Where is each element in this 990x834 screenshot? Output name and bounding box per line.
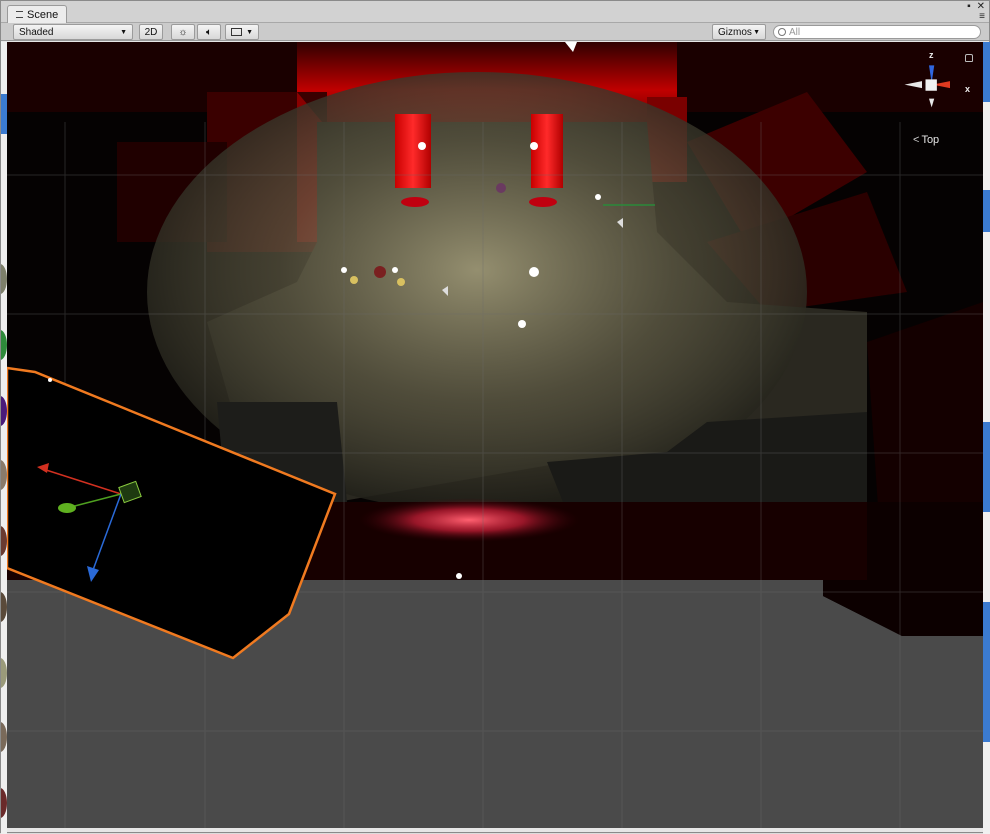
- image-effects-icon: [231, 28, 242, 36]
- axis-z-label: z: [929, 50, 934, 60]
- shading-mode-dropdown[interactable]: Shaded ▼: [13, 24, 133, 40]
- scene-window: Scene ▪ ✕ ≡ Shaded ▼ 2D ☼ 🔈︎ ▼ Gizmos ▼ …: [0, 0, 990, 834]
- chevron-down-icon: ▼: [246, 28, 253, 36]
- left-panel-edge: [1, 42, 7, 834]
- 2d-label: 2D: [144, 26, 158, 38]
- gizmos-dropdown[interactable]: Gizmos ▼: [712, 24, 766, 40]
- tab-scene[interactable]: Scene: [7, 5, 68, 23]
- 2d-toggle-button[interactable]: 2D: [139, 24, 163, 40]
- scene-orientation-gizmo[interactable]: [901, 51, 971, 141]
- audio-icon: 🔈︎: [206, 26, 212, 38]
- gizmos-label: Gizmos: [718, 26, 752, 38]
- chevron-down-icon: ▼: [753, 28, 760, 36]
- view-label[interactable]: < Top: [913, 134, 939, 146]
- lighting-toggle-button[interactable]: ☼: [171, 24, 195, 40]
- image-effects-dropdown[interactable]: ▼: [225, 24, 259, 40]
- options-menu-icon[interactable]: ≡: [979, 12, 985, 22]
- scene-toolbar: Shaded ▼ 2D ☼ 🔈︎ ▼ Gizmos ▼ All: [1, 23, 989, 41]
- lock-icon[interactable]: [965, 54, 973, 62]
- tab-label: Scene: [27, 8, 59, 21]
- scene-icon: [16, 11, 23, 18]
- chevron-down-icon: ▼: [120, 28, 127, 36]
- search-placeholder: All: [789, 26, 801, 38]
- search-input[interactable]: All: [773, 25, 981, 39]
- axis-x-label: x: [965, 84, 971, 94]
- shading-mode-label: Shaded: [19, 26, 54, 38]
- scene-render: [7, 42, 983, 828]
- search-icon: [778, 28, 786, 36]
- maximize-icon[interactable]: ▪: [967, 2, 971, 12]
- chevron-left-icon: <: [913, 134, 920, 146]
- right-panel-edge: [983, 42, 990, 834]
- tab-bar: Scene ▪ ✕ ≡: [1, 1, 989, 23]
- sun-icon: ☼: [178, 26, 188, 38]
- scene-viewport[interactable]: z x < Top: [7, 42, 983, 828]
- view-label-text: Top: [921, 134, 940, 146]
- audio-toggle-button[interactable]: 🔈︎: [197, 24, 221, 40]
- window-controls: ▪ ✕ ≡: [967, 2, 985, 22]
